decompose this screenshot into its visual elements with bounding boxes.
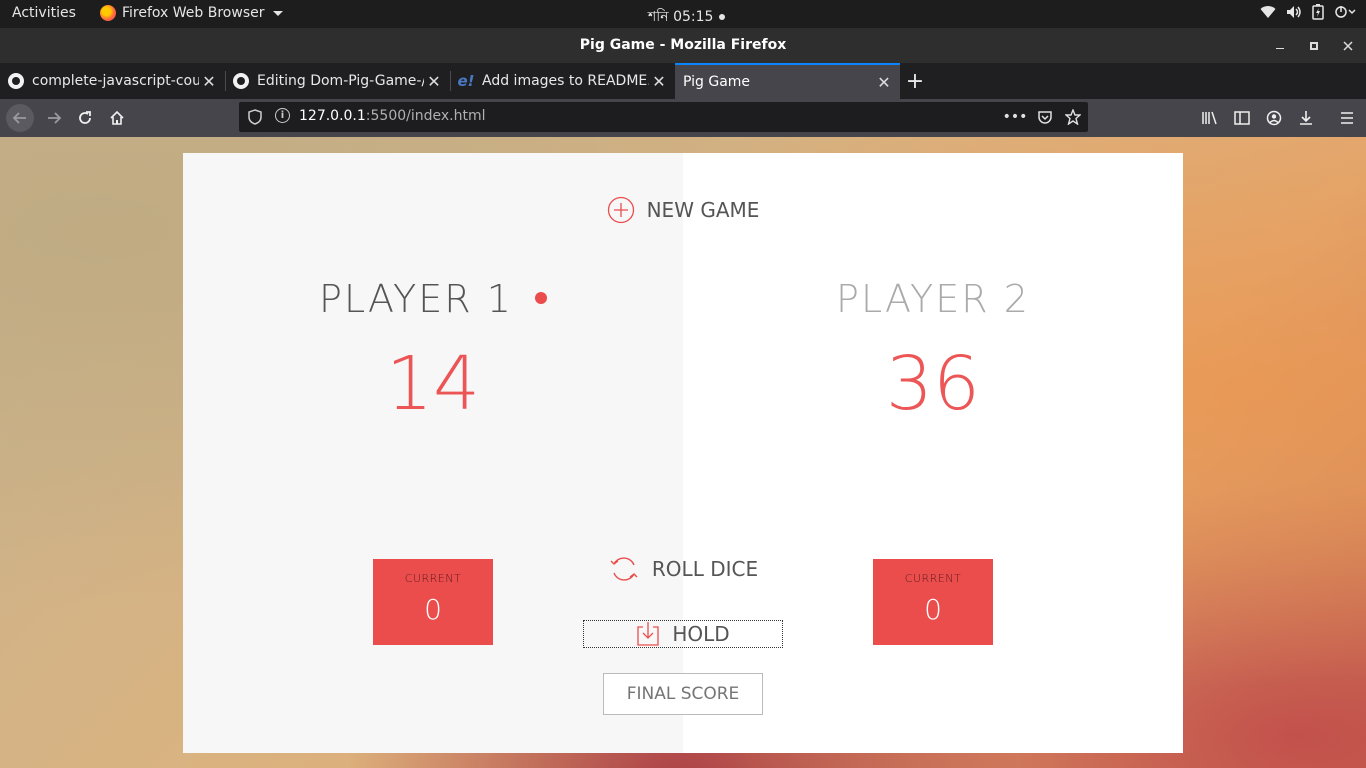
player-1-score: 14 (385, 341, 481, 427)
tab-label: complete-javascript-cour (32, 73, 199, 89)
reload-icon (79, 111, 91, 124)
github-icon (233, 73, 249, 89)
close-tab-icon[interactable]: ✕ (424, 72, 444, 91)
hamburger-menu-icon[interactable] (1337, 108, 1357, 128)
tab-label: Editing Dom-Pig-Game-/ (257, 73, 424, 89)
player-2-score: 36 (885, 341, 981, 427)
player-1-current-score: 0 (424, 593, 442, 626)
arrow-right-icon (48, 112, 62, 124)
window-title: Pig Game - Mozilla Firefox (579, 37, 787, 53)
plus-icon: + (905, 68, 925, 94)
close-tab-icon[interactable]: ✕ (874, 73, 894, 92)
firefox-icon (100, 5, 116, 21)
player-2-current-label: CURRENT (904, 572, 962, 585)
clock-label: শনি 05:15 (648, 9, 714, 25)
system-top-bar: Activities Firefox Web Browser শনি 05:15 (0, 0, 1366, 28)
tab-label: Add images to README. (482, 73, 649, 89)
sidebar-icon[interactable] (1232, 108, 1252, 128)
power-menu-icon (1334, 5, 1358, 19)
clock[interactable]: শনি 05:15 (648, 5, 726, 29)
close-tab-icon[interactable]: ✕ (199, 72, 219, 91)
ezgif-icon: e! (457, 72, 475, 90)
bookmark-star-icon[interactable] (1063, 107, 1083, 127)
tab-complete-javascript[interactable]: complete-javascript-cour ✕ (0, 63, 225, 99)
player-1-current-box: CURRENT 0 (373, 559, 493, 645)
close-tab-icon[interactable]: ✕ (649, 72, 669, 91)
url-text[interactable]: 127.0.0.1:5500/index.html (299, 108, 486, 124)
activities-button[interactable]: Activities (12, 5, 76, 21)
home-button[interactable] (103, 104, 131, 132)
url-host: 127.0.0.1 (299, 108, 366, 124)
page-actions-icon[interactable]: ••• (1003, 107, 1028, 127)
github-icon (8, 73, 24, 89)
player-2-current-score: 0 (924, 593, 942, 626)
page-viewport: PLAYER 1 14 CURRENT 0 PLAYER 2 36 CURREN… (0, 137, 1366, 768)
maximize-icon (1310, 42, 1318, 50)
window-title-bar[interactable]: Pig Game - Mozilla Firefox (0, 28, 1366, 63)
tracking-protection-icon[interactable] (248, 109, 262, 129)
app-menu-label: Firefox Web Browser (122, 5, 265, 21)
tab-label: Pig Game (683, 74, 751, 90)
home-icon (110, 110, 124, 125)
tab-editing-dom-pig-game[interactable]: Editing Dom-Pig-Game-/ ✕ (225, 63, 450, 99)
final-score-input[interactable] (603, 673, 763, 715)
player-1-name: PLAYER 1 (183, 277, 683, 321)
site-info-icon[interactable]: i (275, 108, 290, 123)
battery-icon (1312, 4, 1324, 20)
minimize-button[interactable] (1270, 36, 1290, 56)
download-icon (637, 622, 659, 646)
player-1-current-label: CURRENT (404, 572, 462, 585)
roll-dice-label: ROLL DICE (651, 557, 759, 581)
player-2-panel: PLAYER 2 36 CURRENT 0 (683, 153, 1183, 753)
player-2-current-box: CURRENT 0 (873, 559, 993, 645)
close-icon (1343, 41, 1353, 51)
player-1-name-label: PLAYER 1 (319, 277, 513, 321)
player-2-name-label: PLAYER 2 (836, 277, 1030, 321)
tab-pig-game[interactable]: Pig Game ✕ (675, 63, 900, 99)
back-button[interactable] (6, 104, 34, 132)
close-window-button[interactable] (1338, 36, 1358, 56)
arrow-left-icon (12, 112, 26, 124)
downloads-icon[interactable] (1296, 108, 1316, 128)
reload-button[interactable] (71, 104, 99, 132)
new-game-label: NEW GAME (646, 198, 760, 222)
player-1-panel: PLAYER 1 14 CURRENT 0 (183, 153, 683, 753)
address-bar[interactable]: i 127.0.0.1:5500/index.html ••• (239, 102, 1088, 132)
hold-label: HOLD (672, 622, 730, 646)
new-game-button[interactable]: NEW GAME (583, 196, 783, 224)
chevron-down-icon (272, 10, 283, 16)
account-icon[interactable] (1264, 108, 1284, 128)
active-player-indicator-icon (534, 291, 547, 304)
new-tab-button[interactable]: + (903, 68, 927, 94)
forward-button[interactable] (40, 104, 68, 132)
volume-icon (1286, 5, 1302, 19)
minimize-icon (1276, 47, 1284, 49)
tab-strip: complete-javascript-cour ✕ Editing Dom-P… (0, 63, 1366, 99)
player-2-name: PLAYER 2 (683, 277, 1183, 321)
pocket-icon[interactable] (1035, 107, 1055, 127)
navigation-toolbar: i 127.0.0.1:5500/index.html ••• (0, 99, 1366, 137)
url-path: :5500/index.html (365, 108, 486, 124)
notification-dot-icon (719, 14, 726, 20)
maximize-button[interactable] (1304, 36, 1324, 56)
system-tray[interactable] (1260, 4, 1358, 20)
hold-button[interactable]: HOLD (583, 620, 783, 648)
tab-add-images-readme[interactable]: e! Add images to README. ✕ (450, 63, 675, 99)
refresh-icon (610, 557, 638, 581)
game-wrapper: PLAYER 1 14 CURRENT 0 PLAYER 2 36 CURREN… (183, 153, 1183, 753)
wifi-icon (1260, 5, 1276, 19)
app-menu[interactable]: Firefox Web Browser (100, 5, 283, 21)
roll-dice-button[interactable]: ROLL DICE (583, 555, 783, 583)
add-circle-icon (607, 196, 634, 224)
library-icon[interactable] (1200, 108, 1220, 128)
